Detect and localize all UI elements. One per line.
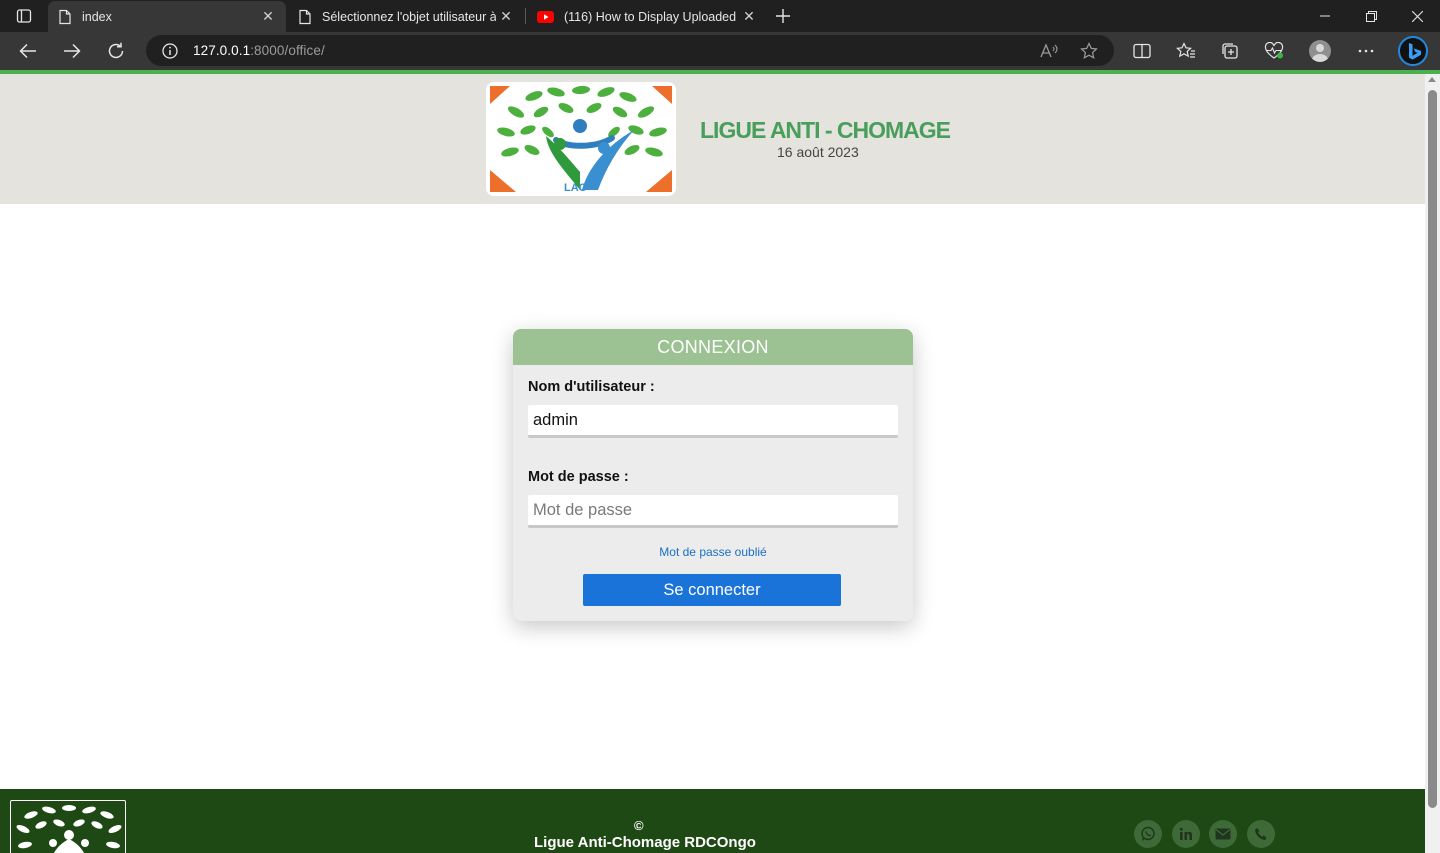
plus-icon — [776, 9, 790, 23]
phone-icon — [1255, 828, 1267, 840]
read-aloud-icon[interactable] — [1038, 40, 1060, 62]
bing-copilot-button[interactable] — [1396, 34, 1430, 68]
site-logo: LAC — [486, 82, 676, 196]
arrow-left-icon — [19, 43, 36, 59]
email-icon — [1215, 828, 1231, 840]
username-label: Nom d'utilisateur : — [528, 379, 655, 395]
footer-logo — [10, 800, 126, 853]
email-button[interactable] — [1209, 820, 1237, 848]
scroll-up-arrow-icon[interactable] — [1428, 77, 1436, 82]
bing-icon — [1398, 36, 1428, 66]
site-footer: © Ligue Anti-Chomage RDCOngo — [0, 789, 1425, 853]
collections-button[interactable] — [1215, 36, 1245, 66]
linkedin-button[interactable] — [1172, 820, 1200, 848]
url-host: 127.0.0.1 — [193, 43, 251, 58]
tab-selectionnez[interactable]: Sélectionnez l'objet utilisateur à c ✕ — [288, 1, 524, 32]
linkedin-icon — [1179, 827, 1192, 840]
tab-separator — [525, 8, 526, 24]
username-input[interactable] — [528, 405, 898, 438]
whatsapp-button[interactable] — [1134, 820, 1162, 848]
scrollbar-thumb[interactable] — [1428, 90, 1437, 808]
browser-tab-bar: index ✕ Sélectionnez l'objet utilisateur… — [0, 0, 1440, 32]
close-tab-icon[interactable]: ✕ — [258, 7, 278, 27]
url-path: :8000/office/ — [250, 43, 325, 58]
back-button[interactable] — [13, 36, 43, 66]
minimize-button[interactable] — [1302, 0, 1348, 32]
password-input[interactable] — [528, 495, 898, 528]
page-icon — [59, 9, 71, 24]
restore-button[interactable] — [1348, 0, 1394, 32]
favorites-icon — [1176, 42, 1195, 58]
avatar-icon — [1309, 40, 1331, 62]
new-tab-button[interactable] — [770, 4, 796, 28]
tab-actions-button[interactable] — [0, 0, 48, 32]
site-info-icon[interactable] — [160, 41, 180, 61]
settings-more-button[interactable] — [1351, 36, 1381, 66]
split-screen-icon — [1133, 43, 1151, 59]
login-form: CONNEXION Nom d'utilisateur : Mot de pas… — [513, 329, 913, 621]
tab-index[interactable]: index ✕ — [48, 1, 286, 32]
refresh-icon — [108, 42, 124, 59]
arrow-right-icon — [64, 43, 81, 59]
login-title: CONNEXION — [513, 329, 913, 365]
more-dots-icon — [1358, 49, 1374, 53]
address-bar[interactable]: 127.0.0.1:8000/office/ — [146, 35, 1114, 66]
copyright-symbol: © — [634, 818, 644, 833]
refresh-button[interactable] — [101, 36, 131, 66]
password-label: Mot de passe : — [528, 469, 629, 485]
site-header: LAC LIGUE ANTI - CHOMAGE 16 août 2023 — [0, 74, 1425, 204]
tab-title: Sélectionnez l'objet utilisateur à c — [322, 9, 496, 24]
profile-button[interactable] — [1305, 36, 1335, 66]
login-button[interactable]: Se connecter — [583, 574, 841, 606]
close-tab-icon[interactable]: ✕ — [496, 7, 516, 27]
page-content: LAC LIGUE ANTI - CHOMAGE 16 août 2023 CO… — [0, 74, 1425, 853]
current-date: 16 août 2023 — [777, 144, 859, 160]
heart-pulse-icon — [1264, 42, 1284, 59]
favorite-star-icon[interactable] — [1078, 40, 1100, 62]
close-tab-icon[interactable]: ✕ — [739, 7, 759, 27]
footer-organization: Ligue Anti-Chomage RDCOngo — [534, 834, 756, 851]
close-icon — [1411, 10, 1423, 22]
page-icon — [299, 9, 311, 24]
address-url[interactable]: 127.0.0.1:8000/office/ — [193, 43, 325, 58]
whatsapp-icon — [1141, 826, 1155, 841]
site-name: LIGUE ANTI - CHOMAGE — [700, 117, 951, 143]
browser-toolbar: 127.0.0.1:8000/office/ — [0, 32, 1440, 70]
favorites-button[interactable] — [1171, 36, 1201, 66]
tab-actions-icon — [16, 9, 32, 23]
restore-icon — [1365, 10, 1377, 22]
forgot-password-link[interactable]: Mot de passe oublié — [513, 545, 913, 559]
tab-youtube[interactable]: (116) How to Display Uploaded Im ✕ — [527, 1, 767, 32]
forward-button[interactable] — [57, 36, 87, 66]
phone-button[interactable] — [1247, 820, 1275, 848]
youtube-icon — [537, 10, 554, 23]
close-window-button[interactable] — [1394, 0, 1440, 32]
split-screen-button[interactable] — [1127, 36, 1157, 66]
logo-text: LAC — [564, 182, 587, 194]
collections-icon — [1222, 43, 1238, 59]
browser-essentials-button[interactable] — [1259, 36, 1289, 66]
tab-title: (116) How to Display Uploaded Im — [564, 9, 739, 24]
tab-title: index — [82, 9, 112, 24]
page-scrollbar[interactable] — [1425, 74, 1440, 853]
minimize-icon — [1320, 15, 1330, 17]
